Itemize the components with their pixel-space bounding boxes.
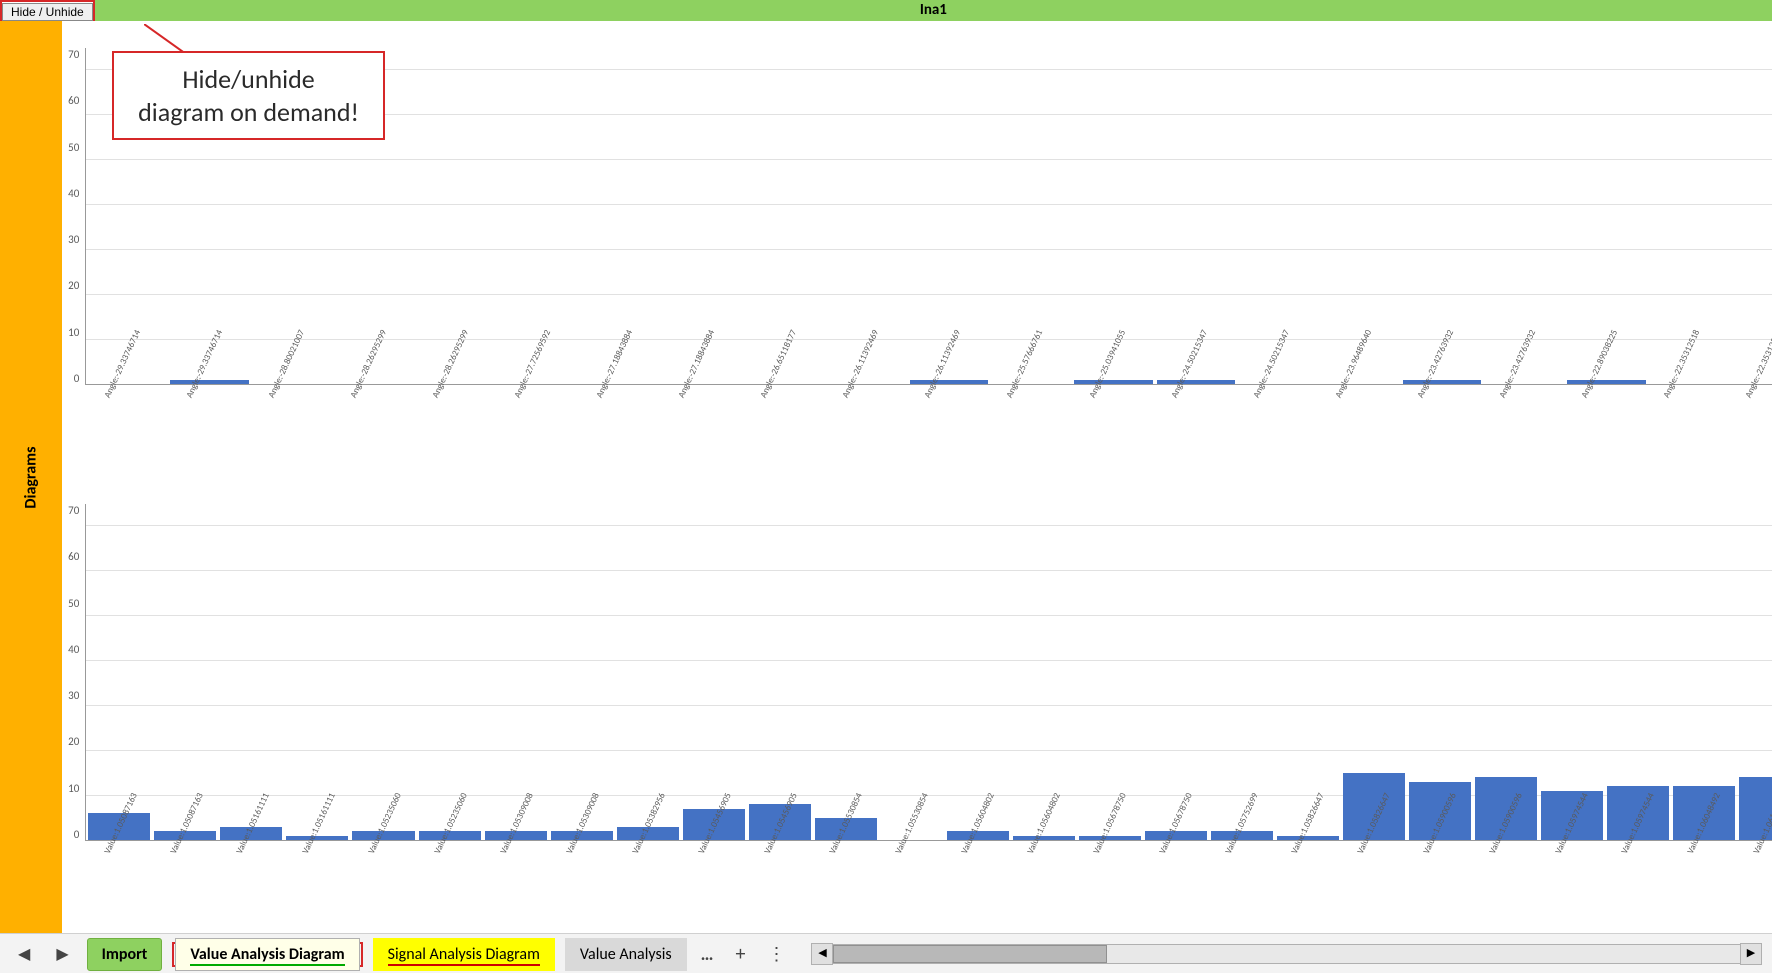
header-title: Ina1 [95, 0, 1772, 21]
x-labels-value: Value:1.05087163Value:1.05087163Value:1.… [62, 843, 1772, 933]
plot-area-value [85, 504, 1772, 841]
y-axis-value: 706050403020100 [68, 504, 85, 841]
callout-box: Hide/unhidediagram on demand! [112, 51, 385, 140]
scroll-thumb[interactable] [833, 945, 1107, 963]
tab-nav-next[interactable]: ▶ [48, 942, 76, 966]
sheet-menu-icon[interactable]: ⋮ [763, 943, 791, 965]
tab-signal-analysis-diagram[interactable]: Signal Analysis Diagram [373, 938, 555, 971]
chart-value: Value 706050403020100 Value:1.05087163Va… [62, 477, 1772, 933]
sidebar-label: Diagrams [22, 446, 41, 508]
callout-text: Hide/unhidediagram on demand! [138, 63, 359, 128]
horizontal-scrollbar[interactable]: ◀ ▶ [811, 943, 1762, 965]
tab-import[interactable]: Import [87, 938, 163, 971]
tab-value-analysis-diagram[interactable]: Value Analysis Diagram [175, 938, 359, 971]
chart-title-angle: Angle [62, 21, 1772, 44]
tab-value-analysis[interactable]: Value Analysis [565, 938, 687, 971]
bars-value [86, 504, 1772, 841]
tab-overflow-icon[interactable]: … [697, 943, 718, 965]
tab-nav-prev[interactable]: ◀ [10, 942, 38, 966]
chart-column: Angle 706050403020100 Angle:-29.33746714… [62, 21, 1772, 933]
scroll-left-button[interactable]: ◀ [811, 943, 833, 965]
hide-unhide-button[interactable]: Hide / Unhide [2, 3, 93, 21]
x-labels-angle: Angle:-29.33746714Angle:-29.33746714Angl… [62, 387, 1772, 477]
scroll-track[interactable] [833, 944, 1740, 964]
y-axis-angle: 706050403020100 [68, 48, 85, 385]
chart-title-value: Value [62, 477, 1772, 500]
sidebar: Diagrams [0, 21, 62, 933]
scroll-right-button[interactable]: ▶ [1740, 943, 1762, 965]
new-sheet-button[interactable]: + [727, 942, 753, 966]
sheet-tab-bar: ◀ ▶ Import Value Analysis Diagram Signal… [0, 933, 1772, 973]
